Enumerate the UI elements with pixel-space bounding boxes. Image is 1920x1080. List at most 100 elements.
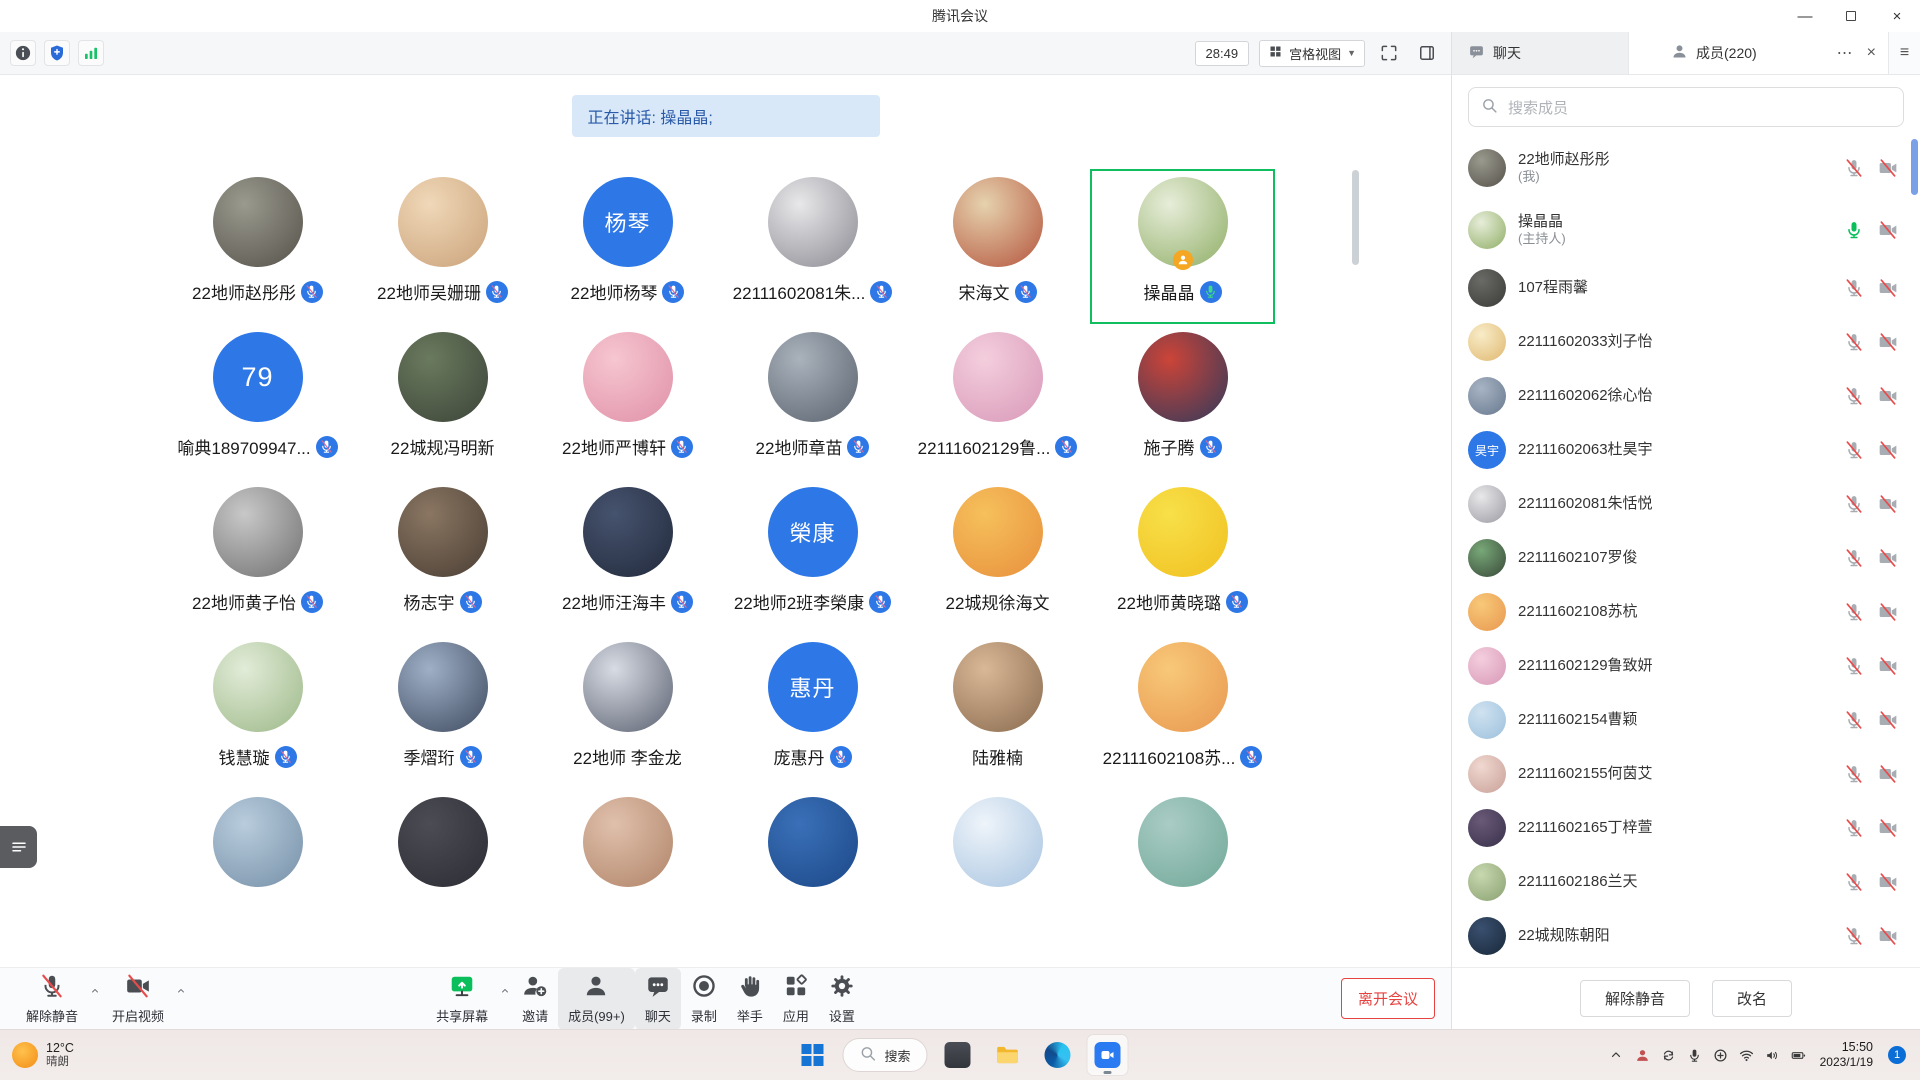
- member-mic-muted-icon[interactable]: [1844, 818, 1864, 838]
- member-row[interactable]: 22地师赵彤彤 (我): [1452, 137, 1920, 199]
- participant-tile[interactable]: 宋海文: [905, 169, 1090, 324]
- unmute-button[interactable]: 解除静音: [1580, 980, 1690, 1017]
- member-camera-muted-icon[interactable]: [1878, 818, 1898, 838]
- member-camera-muted-icon[interactable]: [1878, 710, 1898, 730]
- participant-tile[interactable]: 陆雅楠: [905, 634, 1090, 789]
- participant-tile-partial[interactable]: [905, 789, 1090, 944]
- member-camera-muted-icon[interactable]: [1878, 278, 1898, 298]
- security-shield-icon[interactable]: [44, 40, 70, 66]
- member-search-input[interactable]: 搜索成员: [1468, 87, 1904, 127]
- meeting-app-button[interactable]: [1088, 1035, 1128, 1075]
- participant-tile[interactable]: 季熠珩: [350, 634, 535, 789]
- member-row[interactable]: 22111602107罗俊: [1452, 531, 1920, 585]
- member-row[interactable]: 22111602108苏杭: [1452, 585, 1920, 639]
- participant-tile-partial[interactable]: [720, 789, 905, 944]
- member-camera-muted-icon[interactable]: [1878, 764, 1898, 784]
- chevron-up-icon[interactable]: [174, 985, 188, 997]
- member-row[interactable]: 22111602129鲁致妍: [1452, 639, 1920, 693]
- camera-muted-button[interactable]: 开启视频: [102, 968, 174, 1030]
- participant-tile[interactable]: 79 喻典189709947...: [165, 324, 350, 479]
- member-row[interactable]: 22111602033刘子怡: [1452, 315, 1920, 369]
- close-button[interactable]: ×: [1874, 0, 1920, 32]
- member-row[interactable]: 22111602062徐心怡: [1452, 369, 1920, 423]
- member-camera-muted-icon[interactable]: [1878, 158, 1898, 178]
- participant-tile[interactable]: 杨琴 22地师杨琴: [535, 169, 720, 324]
- fullscreen-button[interactable]: [1375, 40, 1403, 66]
- chevron-up-icon[interactable]: [498, 985, 512, 997]
- participant-tile[interactable]: 施子腾: [1090, 324, 1275, 479]
- tray-wifi-icon[interactable]: [1738, 1047, 1755, 1064]
- member-camera-muted-icon[interactable]: [1878, 220, 1898, 240]
- participant-tile[interactable]: 22111602081朱...: [720, 169, 905, 324]
- settings-button[interactable]: 设置: [819, 968, 865, 1030]
- member-camera-muted-icon[interactable]: [1878, 602, 1898, 622]
- more-options-icon[interactable]: ⋯: [1837, 43, 1853, 63]
- start-button[interactable]: [792, 1035, 832, 1075]
- participant-tile[interactable]: 22地师黄晓璐: [1090, 479, 1275, 634]
- member-camera-muted-icon[interactable]: [1878, 332, 1898, 352]
- participant-tile[interactable]: 操晶晶: [1090, 169, 1275, 324]
- grid-scrollbar[interactable]: [1352, 170, 1359, 265]
- taskbar-weather-widget[interactable]: 12°C 晴朗: [0, 1041, 74, 1070]
- leave-meeting-button[interactable]: 离开会议: [1341, 978, 1435, 1019]
- member-camera-muted-icon[interactable]: [1878, 440, 1898, 460]
- list-toggle-button[interactable]: [0, 826, 37, 868]
- tray-mic-icon[interactable]: [1686, 1047, 1703, 1064]
- member-mic-muted-icon[interactable]: [1844, 764, 1864, 784]
- participant-tile-partial[interactable]: [350, 789, 535, 944]
- member-row[interactable]: 22城规陈朝阳: [1452, 909, 1920, 963]
- participant-tile[interactable]: 22111602108苏...: [1090, 634, 1275, 789]
- member-camera-muted-icon[interactable]: [1878, 494, 1898, 514]
- tray-battery-icon[interactable]: [1790, 1047, 1807, 1064]
- member-mic-muted-icon[interactable]: [1844, 494, 1864, 514]
- member-row[interactable]: 107程雨馨: [1452, 261, 1920, 315]
- participant-tile[interactable]: 22地师吴姗珊: [350, 169, 535, 324]
- member-row[interactable]: 22111602081朱恬悦: [1452, 477, 1920, 531]
- member-row[interactable]: 操晶晶 (主持人): [1452, 199, 1920, 261]
- mic-muted-button[interactable]: 解除静音: [16, 968, 88, 1030]
- member-scrollbar[interactable]: [1911, 139, 1918, 195]
- screen-share-button[interactable]: 共享屏幕: [426, 968, 498, 1030]
- member-mic-muted-icon[interactable]: [1844, 872, 1864, 892]
- participant-tile[interactable]: 22111602129鲁...: [905, 324, 1090, 479]
- close-panel-icon[interactable]: ×: [1867, 44, 1876, 62]
- record-button[interactable]: 录制: [681, 968, 727, 1030]
- participant-tile[interactable]: 杨志宇: [350, 479, 535, 634]
- maximize-button[interactable]: [1828, 0, 1874, 32]
- minimize-button[interactable]: —: [1782, 0, 1828, 32]
- member-mic-muted-icon[interactable]: [1844, 386, 1864, 406]
- member-mic-muted-icon[interactable]: [1844, 926, 1864, 946]
- participant-tile[interactable]: 22城规徐海文: [905, 479, 1090, 634]
- participant-tile[interactable]: 22地师 李金龙: [535, 634, 720, 789]
- participant-tile[interactable]: 22城规冯明新: [350, 324, 535, 479]
- member-camera-muted-icon[interactable]: [1878, 656, 1898, 676]
- view-mode-select[interactable]: 宫格视图 ▼: [1259, 40, 1365, 67]
- member-row[interactable]: 22111602165丁梓萱: [1452, 801, 1920, 855]
- participant-tile[interactable]: 22地师汪海丰: [535, 479, 720, 634]
- member-camera-muted-icon[interactable]: [1878, 548, 1898, 568]
- member-mic-active-icon[interactable]: [1844, 220, 1864, 240]
- member-mic-muted-icon[interactable]: [1844, 158, 1864, 178]
- taskbar-clock[interactable]: 15:50 2023/1/19: [1820, 1040, 1873, 1071]
- member-mic-muted-icon[interactable]: [1844, 332, 1864, 352]
- file-explorer-button[interactable]: [988, 1035, 1028, 1075]
- tray-cast-icon[interactable]: [1712, 1047, 1729, 1064]
- member-camera-muted-icon[interactable]: [1878, 926, 1898, 946]
- member-mic-muted-icon[interactable]: [1844, 710, 1864, 730]
- apps-button[interactable]: 应用: [773, 968, 819, 1030]
- notification-badge[interactable]: 1: [1888, 1046, 1906, 1064]
- member-row[interactable]: 昊宇 22111602063杜昊宇: [1452, 423, 1920, 477]
- participant-tile[interactable]: 22地师赵彤彤: [165, 169, 350, 324]
- participant-tile[interactable]: 22地师章苗: [720, 324, 905, 479]
- tab-members[interactable]: 成员(220): [1629, 32, 1837, 74]
- members-button[interactable]: 成员(99+): [558, 968, 635, 1030]
- participant-tile-partial[interactable]: [535, 789, 720, 944]
- member-row[interactable]: 22111602154曹颖: [1452, 693, 1920, 747]
- participant-tile[interactable]: 22地师黄子怡: [165, 479, 350, 634]
- tray-chevron-up-icon[interactable]: [1608, 1047, 1625, 1064]
- participant-tile[interactable]: 榮康 22地师2班李榮康: [720, 479, 905, 634]
- tray-sync-icon[interactable]: [1660, 1047, 1677, 1064]
- member-mic-muted-icon[interactable]: [1844, 656, 1864, 676]
- member-camera-muted-icon[interactable]: [1878, 386, 1898, 406]
- participant-tile-partial[interactable]: [1090, 789, 1275, 944]
